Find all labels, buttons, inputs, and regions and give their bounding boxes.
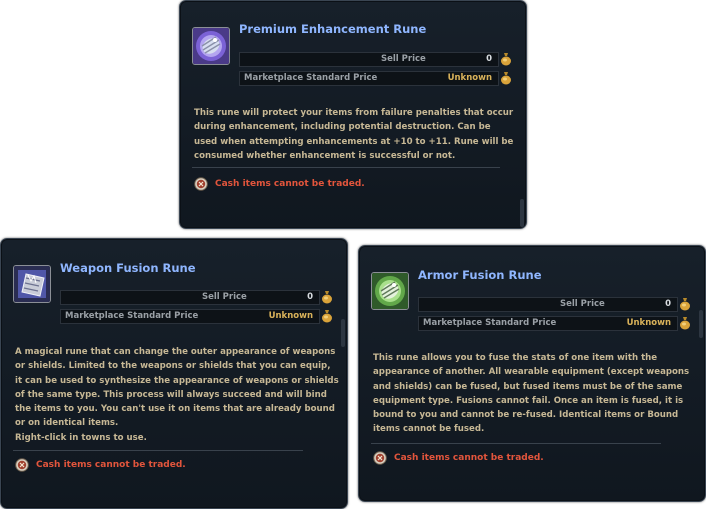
sell-price-label: Sell Price xyxy=(202,292,247,302)
description-line: it can be used to synthesize the appeara… xyxy=(15,375,339,386)
market-price-label: Marketplace Standard Price xyxy=(423,318,557,328)
description-line: items cannot be fused. xyxy=(373,424,485,435)
sell-price-row: Sell Price 0 xyxy=(239,52,499,67)
description-line: during enhancement, including potential … xyxy=(194,122,491,133)
tooltip-scrollbar[interactable] xyxy=(699,310,703,338)
trade-warning: Cash items cannot be traded. xyxy=(15,458,186,472)
description-line: This rune will protect your items from f… xyxy=(194,108,514,118)
market-price-label: Marketplace Standard Price xyxy=(65,311,199,321)
trade-warning-text: Cash items cannot be traded. xyxy=(36,460,186,470)
market-price-row: Marketplace Standard Price Unknown xyxy=(418,316,678,331)
divider xyxy=(13,450,303,451)
tooltip-premium-enhancement-rune: Premium Enhancement Rune Sell Price 0 Ma… xyxy=(179,0,527,229)
premium-enhancement-rune-icon xyxy=(192,27,230,65)
gold-bag-icon xyxy=(501,53,511,66)
sell-price-row: Sell Price 0 xyxy=(60,290,320,305)
trade-warning-text: Cash items cannot be traded. xyxy=(394,453,544,463)
description-line: the items to you. You can't use it on it… xyxy=(15,404,335,415)
description-line: Right-click in towns to use. xyxy=(15,432,147,443)
market-price-row: Marketplace Standard Price Unknown xyxy=(239,71,499,86)
item-description: This rune will protect your items from f… xyxy=(194,106,524,163)
tooltip-scrollbar[interactable] xyxy=(520,199,524,227)
tooltip-armor-fusion-rune: Armor Fusion Rune Sell Price 0 Marketpla… xyxy=(358,245,706,502)
item-description: This rune allows you to fuse the stats o… xyxy=(373,351,703,437)
trade-warning-text: Cash items cannot be traded. xyxy=(215,179,365,189)
no-trade-icon xyxy=(15,458,29,472)
no-trade-icon xyxy=(373,451,387,465)
gold-bag-icon xyxy=(680,317,690,330)
sell-price-label: Sell Price xyxy=(381,54,426,64)
sell-price-value: 0 xyxy=(665,299,671,309)
market-price-label: Marketplace Standard Price xyxy=(244,73,378,83)
sell-price-label: Sell Price xyxy=(560,299,605,309)
no-trade-icon xyxy=(194,177,208,191)
divider xyxy=(371,443,661,444)
description-line: This rune allows you to fuse the stats o… xyxy=(373,353,658,363)
sell-price-value: 0 xyxy=(486,54,492,64)
description-line: and shields) can be fused, but fused ite… xyxy=(373,381,683,392)
description-line: of the same type. This process will alwa… xyxy=(15,389,327,400)
description-line: or on identical items. xyxy=(15,418,119,429)
sell-price-value: 0 xyxy=(307,292,313,302)
weapon-fusion-rune-icon xyxy=(13,265,51,303)
gold-bag-icon xyxy=(322,291,332,304)
description-line: consumed whether enhancement is successf… xyxy=(194,150,456,161)
armor-fusion-rune-icon xyxy=(371,272,409,310)
description-line: bound to you and cannot be re-fused. Ide… xyxy=(373,410,679,421)
market-price-value: Unknown xyxy=(268,311,313,321)
market-price-value: Unknown xyxy=(447,73,492,83)
sell-price-row: Sell Price 0 xyxy=(418,297,678,312)
divider xyxy=(192,167,500,168)
description-line: or shields. Limited to the weapons or sh… xyxy=(15,361,331,372)
description-line: equipment type. Fusions cannot fail. Onc… xyxy=(373,395,684,406)
item-title: Weapon Fusion Rune xyxy=(60,261,196,275)
gold-bag-icon xyxy=(322,310,332,323)
item-title: Armor Fusion Rune xyxy=(418,268,542,282)
item-title: Premium Enhancement Rune xyxy=(239,22,427,36)
tooltip-weapon-fusion-rune: Weapon Fusion Rune Sell Price 0 Marketpl… xyxy=(0,238,348,509)
trade-warning: Cash items cannot be traded. xyxy=(194,177,365,191)
trade-warning: Cash items cannot be traded. xyxy=(373,451,544,465)
gold-bag-icon xyxy=(680,298,690,311)
description-line: appearance of another. All wearable equi… xyxy=(373,367,690,378)
market-price-value: Unknown xyxy=(626,318,671,328)
description-line: A magical rune that can change the outer… xyxy=(15,347,336,357)
item-description: A magical rune that can change the outer… xyxy=(15,345,345,445)
description-line: used when attempting enhancements at +10… xyxy=(194,136,514,147)
tooltip-scrollbar[interactable] xyxy=(341,319,345,347)
market-price-row: Marketplace Standard Price Unknown xyxy=(60,309,320,324)
gold-bag-icon xyxy=(501,72,511,85)
